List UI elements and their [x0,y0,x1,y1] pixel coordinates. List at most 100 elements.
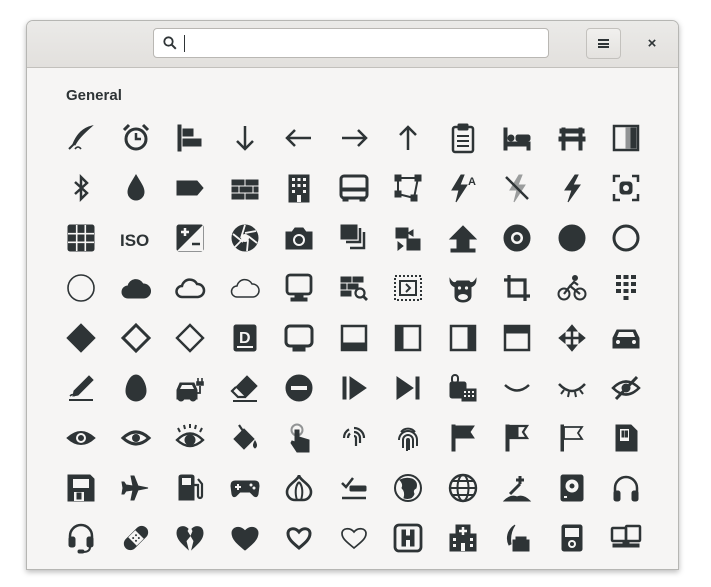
move-arrows-icon[interactable] [545,313,599,363]
focus-icon[interactable] [599,163,653,213]
dock-right-icon[interactable] [436,313,490,363]
photo-stack-icon[interactable] [327,213,381,263]
circle-filled-icon[interactable] [545,213,599,263]
step-forward-icon[interactable] [327,363,381,413]
quill-icon[interactable] [54,113,108,163]
circle-thick-outline-icon[interactable] [599,213,653,263]
globe-outline-icon[interactable] [436,463,490,513]
alarm-clock-icon[interactable] [109,113,163,163]
heart-broken-icon[interactable] [163,513,217,563]
bed-icon[interactable] [490,113,544,163]
flag-half-icon[interactable] [490,413,544,463]
sd-card-icon[interactable] [599,413,653,463]
hospital-icon[interactable] [436,513,490,563]
flash-off-icon[interactable] [490,163,544,213]
search-entry[interactable] [153,28,549,58]
bluetooth-icon[interactable] [54,163,108,213]
align-left-icon[interactable] [163,113,217,163]
eye-lashes-icon[interactable] [163,413,217,463]
media-transfer-icon[interactable] [381,213,435,263]
menu-button[interactable] [586,28,621,59]
hard-disk-icon[interactable] [545,463,599,513]
cloud-filled-icon[interactable] [109,263,163,313]
flash-auto-icon[interactable]: A [436,163,490,213]
gamepad-icon[interactable] [218,463,272,513]
computer-icon[interactable] [272,263,326,313]
building-icon[interactable] [272,163,326,213]
hospital-sign-icon[interactable] [381,513,435,563]
search-input[interactable] [182,32,544,56]
paint-bucket-icon[interactable] [218,413,272,463]
band-aid-icon[interactable] [109,513,163,563]
eye-closed-icon[interactable] [545,363,599,413]
cyclist-icon[interactable] [545,263,599,313]
eye-outline-icon[interactable] [109,413,163,463]
smile-icon[interactable] [490,363,544,413]
garlic-icon[interactable] [272,463,326,513]
eraser-icon[interactable] [218,363,272,413]
car-icon[interactable] [599,313,653,363]
vector-shape-icon[interactable] [381,163,435,213]
cow-icon[interactable] [436,263,490,313]
skip-next-icon[interactable] [381,363,435,413]
dock-left-icon[interactable] [381,313,435,363]
display-icon[interactable] [272,313,326,363]
fuel-pump-icon[interactable] [163,463,217,513]
diamond-thin-icon[interactable] [163,313,217,363]
circle-outline-icon[interactable] [54,263,108,313]
flag-filled-icon[interactable] [436,413,490,463]
eye-icon[interactable] [54,413,108,463]
cloud-outline-icon[interactable] [163,263,217,313]
cloud-thin-icon[interactable] [218,263,272,313]
exposure-icon[interactable] [163,213,217,263]
diamond-filled-icon[interactable] [54,313,108,363]
electric-car-icon[interactable] [163,363,217,413]
grid-icon[interactable] [54,213,108,263]
globe-filled-icon[interactable] [381,463,435,513]
gradient-icon[interactable] [599,113,653,163]
upload-arrow-icon[interactable] [436,213,490,263]
headphones-icon[interactable] [599,463,653,513]
media-player-icon[interactable] [545,513,599,563]
arrow-left-icon[interactable] [272,113,326,163]
camera-icon[interactable] [272,213,326,263]
close-button[interactable]: × [639,33,665,55]
heart-thick-icon[interactable] [272,513,326,563]
eye-hidden-icon[interactable] [599,363,653,413]
remove-circle-icon[interactable] [272,363,326,413]
label-tag-icon[interactable] [163,163,217,213]
iso-icon[interactable]: ISO [109,213,163,263]
arrow-up-icon[interactable] [381,113,435,163]
egg-icon[interactable] [109,363,163,413]
brick-search-icon[interactable] [327,263,381,313]
crop-icon[interactable] [490,263,544,313]
bus-icon[interactable] [327,163,381,213]
arrow-down-icon[interactable] [218,113,272,163]
brick-wall-icon[interactable] [218,163,272,213]
dock-bottom-icon[interactable] [327,313,381,363]
dialpad-icon[interactable] [599,263,653,313]
bench-icon[interactable] [545,113,599,163]
headset-icon[interactable] [54,513,108,563]
code-frame-icon[interactable] [381,263,435,313]
checklist-icon[interactable] [327,463,381,513]
touch-finger-icon[interactable] [272,413,326,463]
arrow-right-icon[interactable] [327,113,381,163]
grave-icon[interactable] [490,463,544,513]
multi-monitor-icon[interactable] [599,513,653,563]
floppy-disk-icon[interactable] [54,463,108,513]
heart-outline-icon[interactable] [327,513,381,563]
clipboard-list-icon[interactable] [436,113,490,163]
fingerprint-partial-icon[interactable] [327,413,381,463]
heart-filled-icon[interactable] [218,513,272,563]
fingerprint-icon[interactable] [381,413,435,463]
signature-icon[interactable] [54,363,108,413]
flag-outline-icon[interactable] [545,413,599,463]
flash-icon[interactable] [545,163,599,213]
aperture-icon[interactable] [218,213,272,263]
drop-icon[interactable] [109,163,163,213]
dock-top-icon[interactable] [490,313,544,363]
diamond-outline-icon[interactable] [109,313,163,363]
disc-icon[interactable] [490,213,544,263]
airplane-icon[interactable] [109,463,163,513]
